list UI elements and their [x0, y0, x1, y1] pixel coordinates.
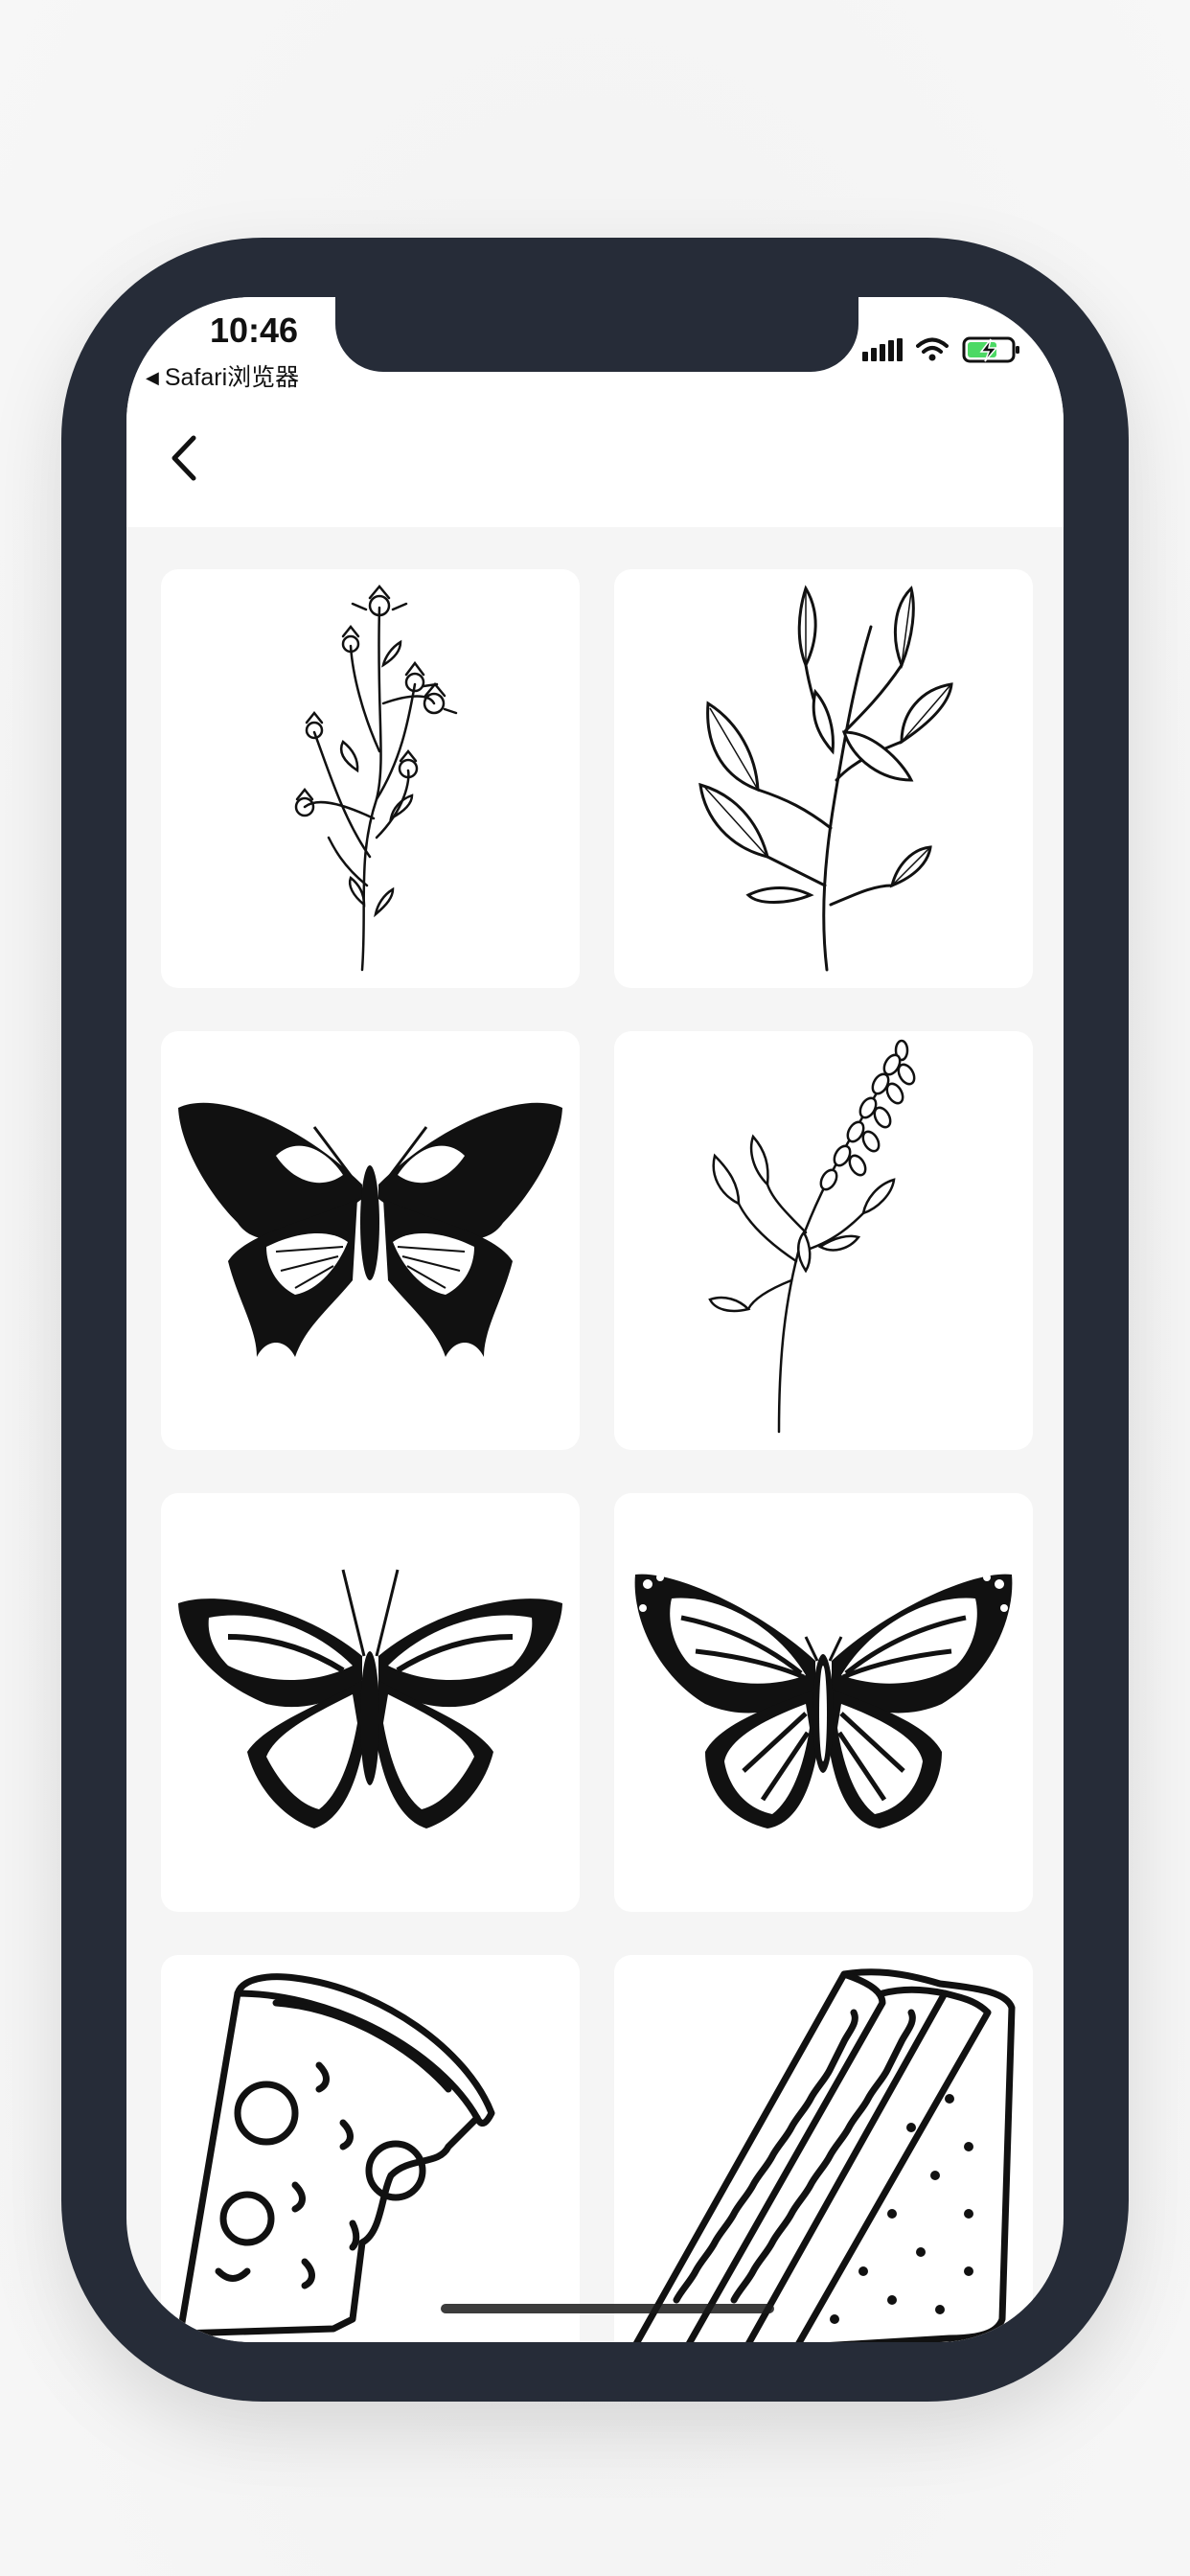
- back-app-label: Safari浏览器: [164, 364, 300, 391]
- status-icons: [862, 335, 1021, 364]
- back-triangle-icon: ◀: [146, 368, 159, 387]
- cellular-signal-icon: [862, 338, 903, 361]
- wildflower-illustration: [294, 585, 458, 972]
- home-indicator[interactable]: [441, 2304, 774, 2313]
- back-button[interactable]: [155, 429, 213, 487]
- gallery-item-wildflower[interactable]: [161, 569, 580, 988]
- gallery-item-silhouette-butterfly[interactable]: [161, 1493, 580, 1912]
- gallery-item-pizza-slice[interactable]: [161, 1955, 580, 2342]
- chevron-left-icon: [172, 435, 196, 481]
- silhouette-butterfly-illustration: [178, 1569, 562, 1828]
- back-to-app-link[interactable]: ◀ Safari浏览器: [146, 358, 299, 393]
- gallery-item-monarch-butterfly[interactable]: [614, 1493, 1033, 1912]
- gallery-item-swallowtail-butterfly[interactable]: [161, 1031, 580, 1450]
- lavender-sprig-illustration: [708, 1039, 916, 1434]
- gallery-item-leafy-branch[interactable]: [614, 569, 1033, 988]
- pizza-slice-illustration: [176, 1973, 495, 2337]
- monarch-butterfly-illustration: [634, 1574, 1013, 1828]
- swallowtail-butterfly-illustration: [178, 1102, 562, 1357]
- status-time: 10:46: [209, 310, 299, 350]
- phone-screen: 10:46 ◀ Safari浏览器: [126, 297, 1064, 2342]
- leafy-branch-illustration: [698, 585, 953, 972]
- phone-frame: 10:46 ◀ Safari浏览器: [61, 238, 1129, 2402]
- gallery-item-lavender-sprig[interactable]: [614, 1031, 1033, 1450]
- gallery-item-sandwich[interactable]: [614, 1955, 1033, 2342]
- wifi-icon: [916, 337, 949, 361]
- sandwich-illustration: [632, 1968, 1016, 2342]
- battery-charging-icon: [962, 336, 1019, 363]
- background: 10:46 ◀ Safari浏览器: [0, 0, 1190, 2576]
- phone-notch: [335, 297, 858, 372]
